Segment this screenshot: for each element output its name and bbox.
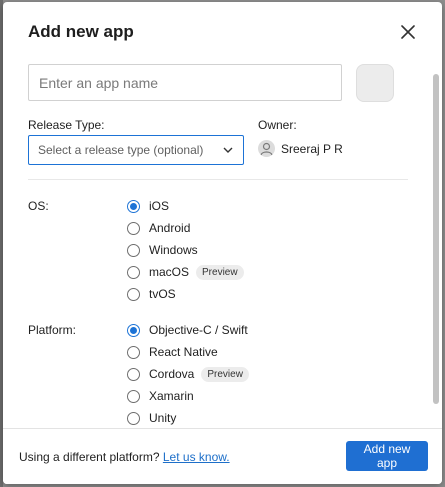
radio-button[interactable] xyxy=(127,221,140,235)
release-type-value: Select a release type (optional) xyxy=(38,143,204,157)
os-option-windows[interactable]: Windows xyxy=(127,241,198,259)
radio-label: Windows xyxy=(149,243,198,257)
radio-button[interactable] xyxy=(127,243,140,257)
os-option-ios[interactable]: iOS xyxy=(127,197,169,215)
close-icon xyxy=(401,25,415,39)
user-icon xyxy=(260,142,273,156)
radio-label: Xamarin xyxy=(149,389,194,403)
release-type-label: Release Type: xyxy=(28,118,105,132)
radio-label: React Native xyxy=(149,345,218,359)
radio-button[interactable] xyxy=(127,345,140,359)
radio-button[interactable] xyxy=(127,411,140,425)
os-option-macos[interactable]: macOS Preview xyxy=(127,263,244,281)
radio-button[interactable] xyxy=(127,389,140,403)
preview-badge: Preview xyxy=(201,366,249,382)
footer-text: Using a different platform? xyxy=(19,450,160,464)
radio-button[interactable] xyxy=(127,323,140,337)
section-divider xyxy=(28,179,408,180)
release-type-select[interactable]: Select a release type (optional) xyxy=(28,135,244,165)
radio-button[interactable] xyxy=(127,265,140,279)
radio-label: Android xyxy=(149,221,191,235)
let-us-know-link[interactable]: Let us know. xyxy=(163,450,230,464)
form-scroll-area[interactable]: Release Type: Owner: Select a release ty… xyxy=(3,58,442,428)
radio-label: macOS xyxy=(149,265,190,279)
scrollbar-thumb[interactable] xyxy=(433,74,439,404)
os-option-tvos[interactable]: tvOS xyxy=(127,285,176,303)
close-button[interactable] xyxy=(397,21,419,43)
owner: Sreeraj P R xyxy=(258,140,343,157)
radio-button[interactable] xyxy=(127,287,140,301)
platform-label: Platform: xyxy=(28,323,77,337)
app-name-input[interactable] xyxy=(28,64,342,101)
radio-label: tvOS xyxy=(149,287,176,301)
dialog-footer: Using a different platform? Let us know.… xyxy=(3,428,442,484)
radio-label: iOS xyxy=(149,199,170,213)
os-option-android[interactable]: Android xyxy=(127,219,190,237)
platform-option-cordova[interactable]: Cordova Preview xyxy=(127,365,249,383)
platform-option-unity[interactable]: Unity xyxy=(127,409,176,427)
dialog-title: Add new app xyxy=(28,22,134,41)
radio-button[interactable] xyxy=(127,199,140,213)
scrollbar[interactable] xyxy=(431,60,441,426)
preview-badge: Preview xyxy=(196,264,244,280)
add-new-app-button[interactable]: Add new app xyxy=(346,441,428,471)
radio-label: Objective-C / Swift xyxy=(149,323,248,337)
footer-message: Using a different platform? Let us know. xyxy=(19,450,230,464)
radio-label: Unity xyxy=(149,411,177,425)
add-app-dialog: Add new app Release Type: Owner: Select … xyxy=(3,2,442,484)
app-icon-picker[interactable] xyxy=(356,64,394,102)
chevron-down-icon xyxy=(222,144,234,156)
radio-label: Cordova xyxy=(149,367,195,381)
os-label: OS: xyxy=(28,199,49,213)
platform-option-objective-c-swift[interactable]: Objective-C / Swift xyxy=(127,321,248,339)
owner-label: Owner: xyxy=(258,118,297,132)
owner-name: Sreeraj P R xyxy=(281,141,343,156)
platform-option-react-native[interactable]: React Native xyxy=(127,343,218,361)
radio-button[interactable] xyxy=(127,367,140,381)
platform-option-xamarin[interactable]: Xamarin xyxy=(127,387,194,405)
avatar xyxy=(258,140,275,157)
